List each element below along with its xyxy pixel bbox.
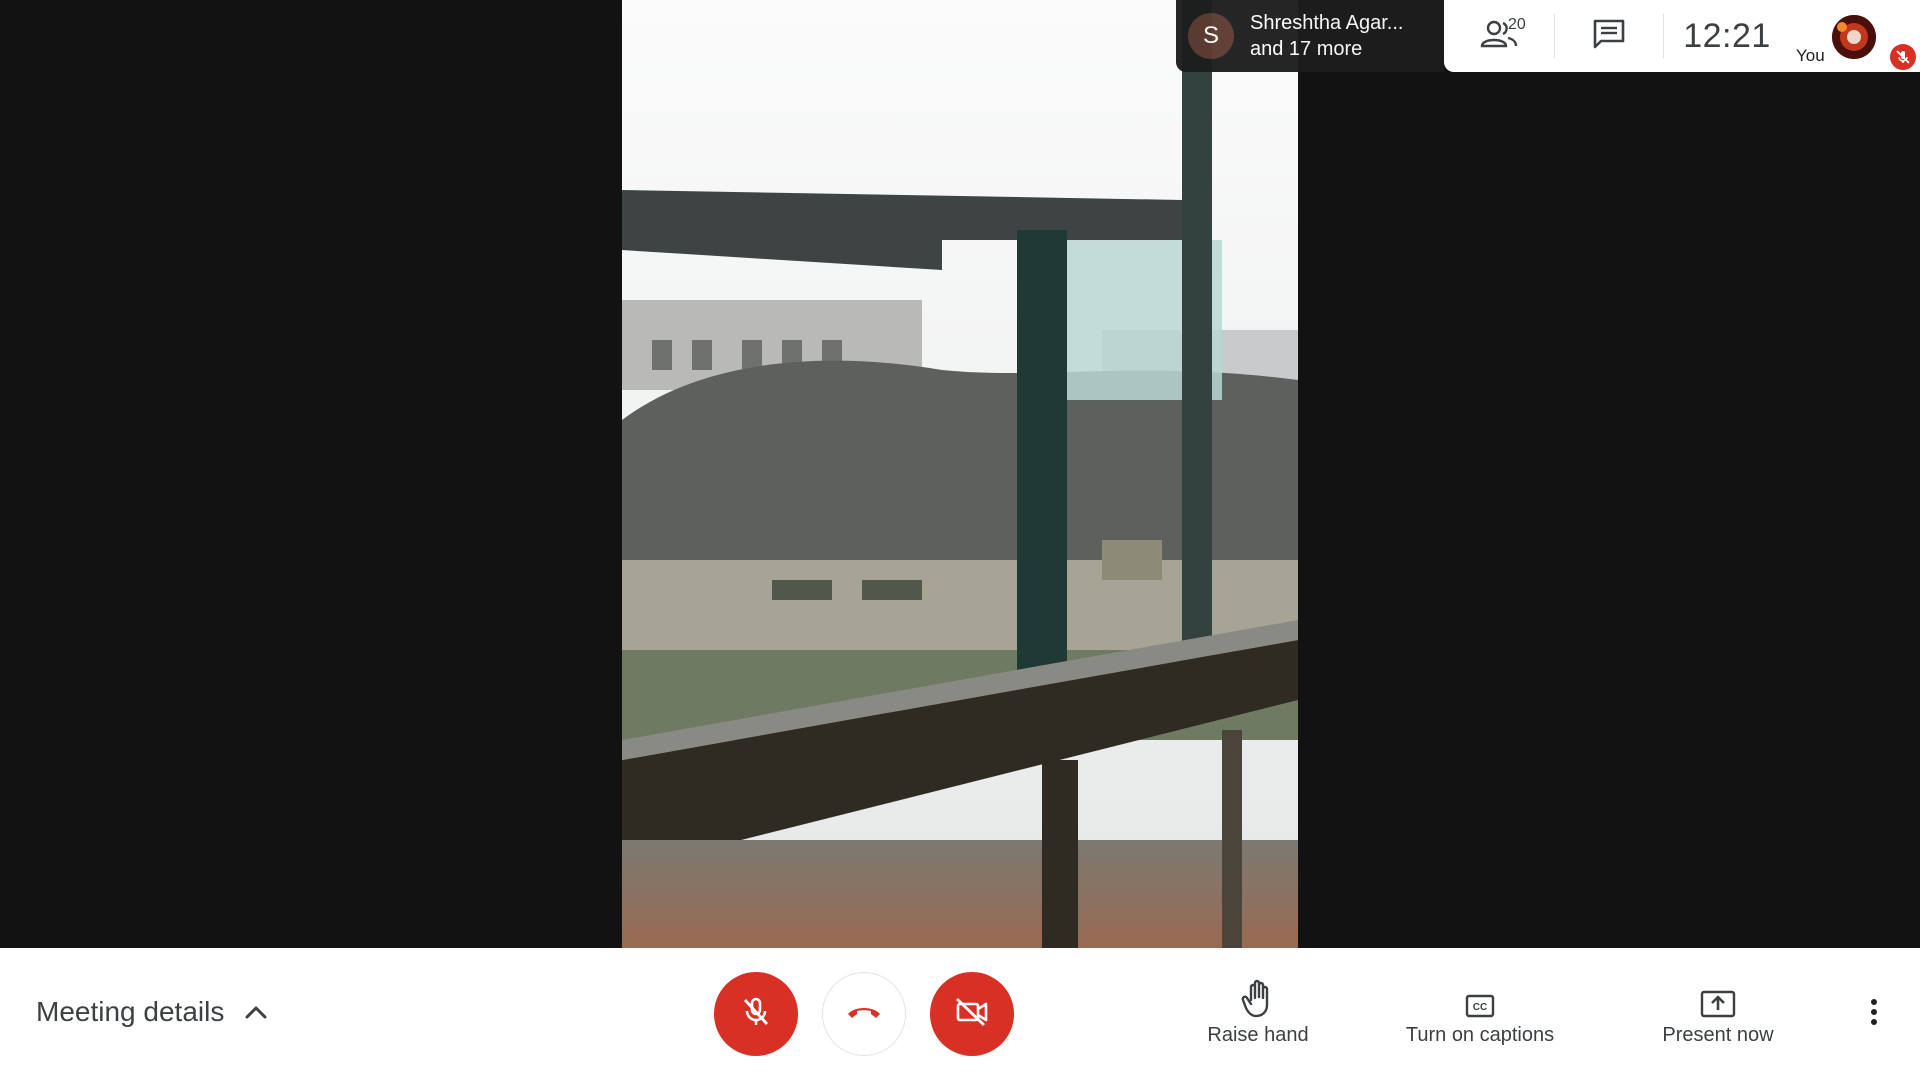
presenter-initial: S [1202,22,1219,49]
self-view[interactable]: You [1790,0,1920,72]
clock: 12:21 [1683,16,1771,55]
video-frame [622,0,1298,948]
self-avatar [1832,15,1876,59]
people-button[interactable]: 20 [1444,0,1554,72]
captions-button[interactable]: CC Turn on captions [1394,978,1566,1047]
top-toolbar: 20 12:21 [1444,0,1790,72]
camera-off-icon [954,997,990,1032]
captions-label: Turn on captions [1405,1024,1555,1046]
svg-text:CC: CC [1473,1002,1487,1013]
chevron-up-icon [244,1004,268,1020]
raise-hand-label: Raise hand [1207,1024,1309,1046]
raise-hand-button[interactable]: Raise hand [1188,978,1328,1047]
participants-summary[interactable]: S Shreshtha Agar... and 17 more [1176,0,1444,72]
chat-button[interactable] [1554,14,1664,58]
present-now-button[interactable]: Present now [1646,978,1790,1047]
present-now-label: Present now [1662,1024,1774,1046]
closed-captions-icon: CC [1465,978,1495,1018]
meeting-details-label: Meeting details [36,996,225,1027]
presenter-avatar: S [1188,13,1234,59]
hand-icon [1241,978,1275,1018]
more-vertical-icon [1870,998,1878,1031]
presenter-more: and 17 more [1250,38,1363,60]
people-count: 20 [1508,16,1526,33]
more-options-button[interactable] [1854,992,1894,1036]
present-screen-icon [1700,978,1736,1018]
meeting-details-button[interactable]: Meeting details [36,990,268,1034]
leave-call-button[interactable] [822,972,906,1056]
microphone-toggle-button[interactable] [714,972,798,1056]
mic-off-icon [1890,44,1916,70]
presenter-text: Shreshtha Agar... and 17 more [1250,10,1403,62]
self-label: You [1796,46,1825,65]
participant-video [622,0,1298,948]
meeting-stage [0,0,1920,948]
mic-off-icon [739,995,773,1034]
presenter-name: Shreshtha Agar... [1250,12,1404,34]
phone-hangup-icon [845,1002,883,1027]
chat-icon [1592,18,1626,55]
camera-toggle-button[interactable] [930,972,1014,1056]
bottom-toolbar: Meeting details Raise hand CC Turn on ca… [0,948,1920,1080]
